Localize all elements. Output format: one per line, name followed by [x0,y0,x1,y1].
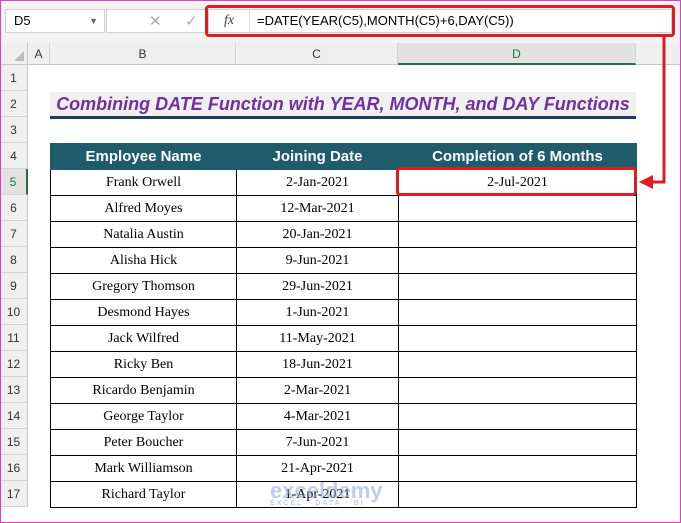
red-arrow [639,37,666,189]
exceldemy-watermark: exceldemy EXCEL · DATA · BI [270,478,383,507]
